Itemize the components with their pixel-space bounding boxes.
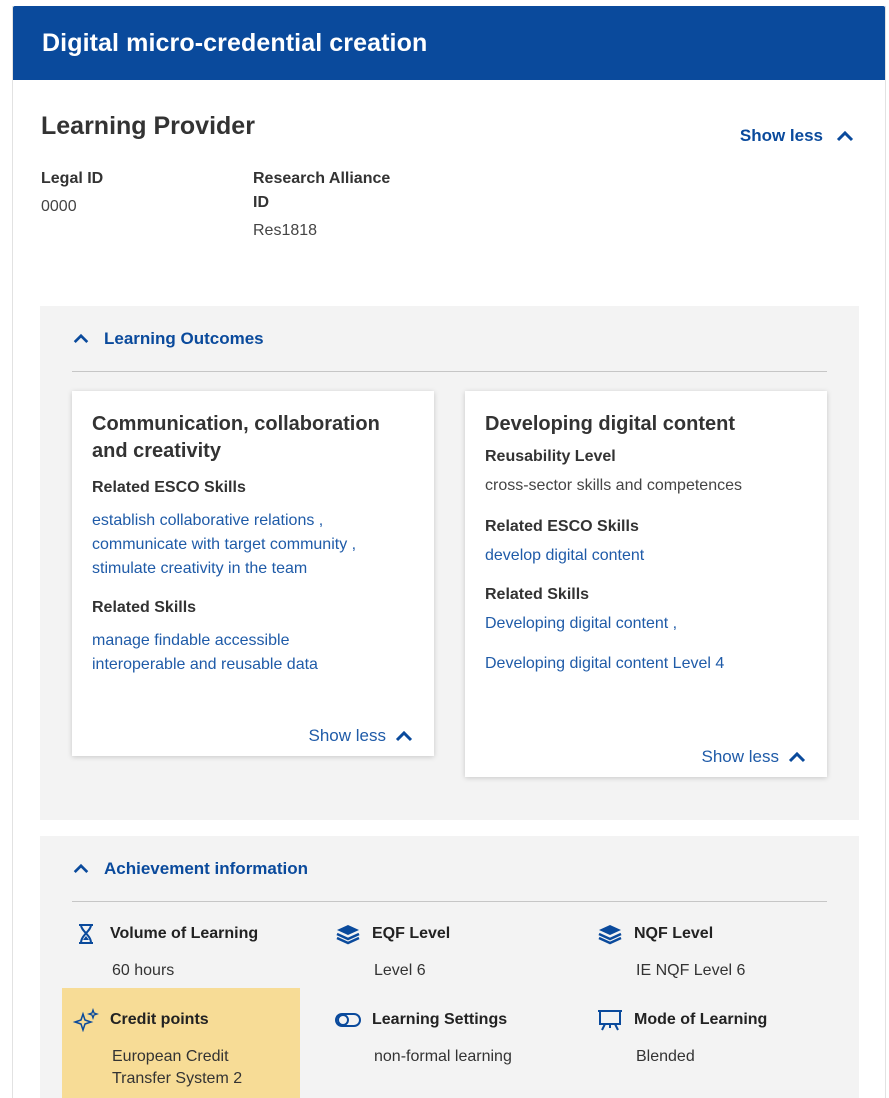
related-skills-label: Related Skills [92,599,197,616]
page-frame: Digital micro-credential creation Learni… [12,6,886,1098]
achievement-information-panel: Achievement information Volume of Learni… [40,836,859,1098]
card-show-less-label: Show less [701,747,779,766]
skill-link[interactable]: Developing digital content , [485,612,807,636]
legal-id-value: 0000 [41,198,77,215]
page-title: Digital micro-credential creation [42,28,428,57]
page-header: Digital micro-credential creation [13,6,885,80]
chevron-up-icon [836,130,854,142]
related-esco-skills-links: establish collaborative relations , comm… [92,509,414,581]
chevron-up-icon [73,863,89,874]
credit-points-value-line1: European Credit [112,1048,229,1065]
achievement-information-toggle[interactable]: Achievement information [40,836,859,901]
esco-skill-link[interactable]: stimulate creativity in the team [92,560,307,577]
chevron-up-icon [788,751,806,763]
provider-show-less-label: Show less [739,126,823,145]
provider-show-less-button[interactable]: Show less [740,126,855,146]
chevron-up-icon [395,730,413,742]
credit-points-label: Credit points [110,1011,209,1028]
eqf-level-value: Level 6 [374,962,426,979]
nqf-level-value: IE NQF Level 6 [636,962,746,979]
nqf-level-item: NQF Level IE NQF Level 6 [596,922,836,982]
skill-link-line1: manage findable accessible [92,632,290,649]
learning-settings-label: Learning Settings [372,1011,508,1028]
learning-outcome-title: Communication, collaboration and creativ… [92,411,414,465]
related-esco-skills-label: Related ESCO Skills [92,479,246,496]
title-line1: Communication, collaboration [92,413,380,435]
sparkles-icon [72,1008,100,1032]
credit-points-value-line2: Transfer System 2 [112,1070,243,1087]
research-alliance-id-value: Res1818 [253,222,318,239]
learning-outcomes-panel: Learning Outcomes Communication, collabo… [40,306,859,820]
card-show-less-label: Show less [308,726,386,745]
legal-id-label: Legal ID [41,170,104,187]
learning-settings-item: Learning Settings non-formal learning [334,1008,574,1068]
chevron-up-icon [73,333,89,344]
divider [72,371,827,372]
learning-outcomes-toggle[interactable]: Learning Outcomes [40,306,859,371]
provider-fields: Legal ID 0000 Research Alliance ID Res18… [41,167,857,241]
achievement-information-title: Achievement information [104,858,309,878]
related-skills-label: Related Skills [485,586,590,603]
card-show-less-button[interactable]: Show less [702,747,807,767]
eqf-level-item: EQF Level Level 6 [334,922,574,982]
legal-id-field: Legal ID 0000 [41,167,253,241]
mode-of-learning-item: Mode of Learning Blended [596,1008,836,1068]
research-alliance-id-field: Research Alliance ID Res1818 [253,167,433,241]
layers-icon [596,922,624,946]
hourglass-icon [72,922,100,946]
credit-points-value: European Credit Transfer System 2 [112,1046,300,1090]
related-skill-link[interactable]: manage findable accessible interoperable… [92,629,414,677]
mode-of-learning-label: Mode of Learning [634,1011,768,1028]
reusability-level-label: Reusability Level [485,448,616,465]
esco-skill-link[interactable]: develop digital content [485,544,807,568]
learning-outcome-card: Developing digital content Reusability L… [465,391,827,777]
skill-link[interactable]: Developing digital content Level 4 [485,652,807,676]
title-line2: and creativity [92,440,221,462]
presentation-board-icon [596,1008,624,1032]
learning-outcome-card: Communication, collaboration and creativ… [72,391,434,756]
esco-skill-link[interactable]: communicate with target community , [92,536,356,553]
learning-outcomes-title: Learning Outcomes [104,328,264,348]
mode-of-learning-value: Blended [636,1048,695,1065]
volume-of-learning-item: Volume of Learning 60 hours [72,922,312,982]
divider [72,901,827,902]
research-label-line2: ID [253,194,269,211]
card-show-less-button[interactable]: Show less [309,726,414,746]
reusability-level-value: cross-sector skills and competences [485,477,742,494]
layers-icon [334,922,362,946]
volume-of-learning-value: 60 hours [112,962,175,979]
esco-skill-link[interactable]: establish collaborative relations , [92,512,323,529]
learning-settings-value: non-formal learning [374,1048,512,1065]
research-alliance-id-label: Research Alliance ID [253,167,433,215]
toggle-icon [334,1008,362,1032]
credit-points-item: Credit points European Credit Transfer S… [62,988,300,1098]
skill-link-line2: interoperable and reusable data [92,656,318,673]
learning-provider-heading: Learning Provider [41,112,255,140]
learning-outcome-title: Developing digital content [485,413,736,435]
volume-of-learning-label: Volume of Learning [110,925,259,942]
eqf-level-label: EQF Level [372,925,451,942]
research-label-line1: Research Alliance [253,170,391,187]
nqf-level-label: NQF Level [634,925,714,942]
related-esco-skills-label: Related ESCO Skills [485,518,639,535]
